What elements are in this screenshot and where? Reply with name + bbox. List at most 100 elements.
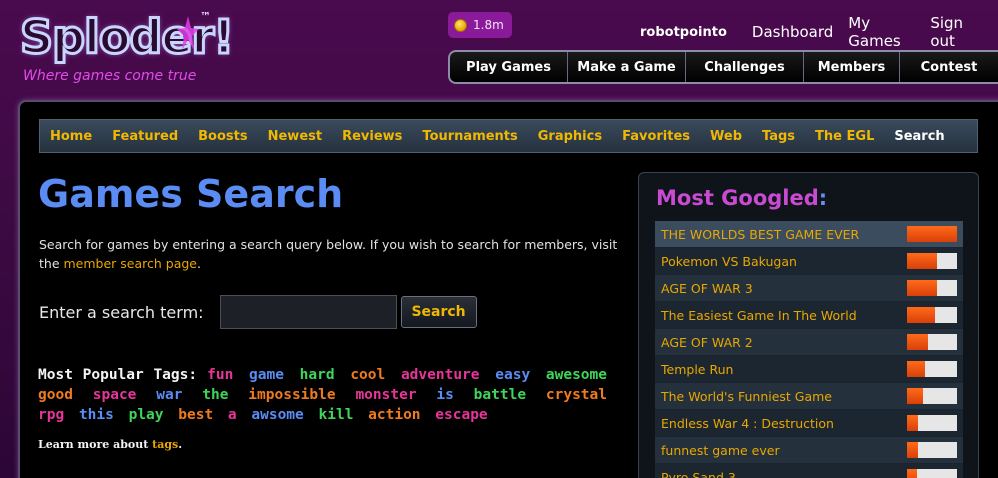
username-link[interactable]: robotpointo	[640, 25, 727, 40]
tag-link[interactable]: escape	[435, 407, 487, 423]
tag-link[interactable]: good	[38, 387, 73, 403]
tag-link[interactable]: crystal	[546, 387, 607, 403]
googled-row[interactable]: Endless War 4 : Destruction	[655, 410, 963, 437]
googled-row[interactable]: THE WORLDS BEST GAME EVER	[655, 221, 963, 248]
popularity-bar-fill	[907, 361, 925, 377]
popularity-bar	[907, 307, 957, 323]
sploder-logo[interactable]: Sploder! ™ Where games come true	[18, 9, 235, 90]
most-googled-title-suffix: :	[818, 186, 828, 210]
googled-row[interactable]: AGE OF WAR 2	[655, 329, 963, 356]
googled-row[interactable]: funnest game ever	[655, 437, 963, 464]
tags-link[interactable]: tags	[152, 438, 178, 451]
tag-link[interactable]: war	[156, 387, 182, 403]
googled-row[interactable]: Pokemon VS Bakugan	[655, 248, 963, 275]
tab-make-a-game[interactable]: Make a Game	[568, 52, 686, 82]
dashboard-link[interactable]: Dashboard	[752, 23, 833, 41]
subnav-boosts[interactable]: Boosts	[198, 129, 247, 144]
logo-star-icon	[177, 16, 199, 50]
tag-link[interactable]: the	[202, 387, 228, 403]
tag-link[interactable]: adventure	[401, 367, 480, 383]
popularity-bar	[907, 226, 957, 242]
main-nav: Play Games Make a Game Challenges Member…	[448, 50, 998, 84]
tags-label: Most Popular Tags:	[38, 367, 198, 383]
googled-row-label: The World's Funniest Game	[661, 388, 833, 404]
googled-row-label: Pyro Sand 3	[661, 469, 736, 478]
tag-link[interactable]: easy	[495, 367, 530, 383]
tag-link[interactable]: play	[129, 407, 164, 423]
googled-row-label: AGE OF WAR 3	[661, 280, 753, 296]
googled-row-label: THE WORLDS BEST GAME EVER	[661, 226, 860, 242]
tab-play-games[interactable]: Play Games	[450, 52, 568, 82]
intro-text-2: .	[197, 256, 201, 271]
popularity-bar-fill	[907, 442, 918, 458]
member-search-link[interactable]: member search page	[64, 256, 198, 271]
tag-link[interactable]: awsome	[251, 407, 303, 423]
googled-row[interactable]: The World's Funniest Game	[655, 383, 963, 410]
popularity-bar	[907, 280, 957, 296]
subnav-web[interactable]: Web	[710, 129, 742, 144]
googled-row[interactable]: The Easiest Game In The World	[655, 302, 963, 329]
tag-link[interactable]: battle	[474, 387, 526, 403]
most-googled-title: Most Googled:	[656, 186, 827, 210]
subnav-reviews[interactable]: Reviews	[342, 129, 402, 144]
coin-balance[interactable]: 1.8m	[448, 12, 512, 38]
tag-link[interactable]: cool	[350, 367, 385, 383]
popularity-bar-fill	[907, 253, 937, 269]
subnav-graphics[interactable]: Graphics	[538, 129, 602, 144]
popularity-bar-fill	[907, 388, 923, 404]
tag-link[interactable]: kill	[319, 407, 354, 423]
tag-link[interactable]: space	[93, 387, 137, 403]
tag-link[interactable]: monster	[355, 387, 416, 403]
googled-row-label: Pokemon VS Bakugan	[661, 253, 797, 269]
googled-row-label: AGE OF WAR 2	[661, 334, 753, 350]
tag-link[interactable]: awesome	[546, 367, 607, 383]
subnav-favorites[interactable]: Favorites	[622, 129, 690, 144]
tag-link[interactable]: is	[436, 387, 453, 403]
popularity-bar	[907, 442, 957, 458]
tag-link[interactable]: action	[368, 407, 420, 423]
googled-row[interactable]: Pyro Sand 3	[655, 464, 963, 478]
tag-link[interactable]: fun	[207, 367, 233, 383]
popularity-bar	[907, 334, 957, 350]
sub-nav: Home Featured Boosts Newest Reviews Tour…	[39, 119, 978, 153]
subnav-tags[interactable]: Tags	[762, 129, 795, 144]
googled-row-label: Endless War 4 : Destruction	[661, 415, 834, 431]
subnav-newest[interactable]: Newest	[268, 129, 322, 144]
search-button[interactable]: Search	[400, 296, 477, 328]
tag-link[interactable]: best	[178, 407, 213, 423]
popularity-bar-fill	[907, 226, 957, 242]
tab-challenges[interactable]: Challenges	[686, 52, 804, 82]
googled-row-label: funnest game ever	[661, 442, 780, 458]
tag-link[interactable]: this	[79, 407, 114, 423]
googled-row[interactable]: AGE OF WAR 3	[655, 275, 963, 302]
learn-more-2: .	[178, 438, 183, 451]
popularity-bar-fill	[907, 415, 918, 431]
subnav-tournaments[interactable]: Tournaments	[422, 129, 517, 144]
search-form: Enter a search term: Search	[39, 295, 477, 329]
intro-text: Search for games by entering a search qu…	[39, 235, 629, 273]
popularity-bar-fill	[907, 469, 917, 478]
sign-out-link[interactable]: Sign out	[930, 14, 983, 50]
subnav-search[interactable]: Search	[894, 129, 944, 144]
subnav-the-egl[interactable]: The EGL	[815, 129, 874, 144]
tab-contest[interactable]: Contest	[900, 52, 998, 82]
user-nav: robotpointo Dashboard My Games Sign out	[640, 14, 998, 50]
tag-link[interactable]: rpg	[38, 407, 64, 423]
tag-link[interactable]: impossible	[248, 387, 335, 403]
tag-link[interactable]: game	[249, 367, 284, 383]
tagline: Where games come true	[23, 68, 197, 84]
tab-members[interactable]: Members	[804, 52, 900, 82]
popularity-bar	[907, 388, 957, 404]
tag-link[interactable]: a	[228, 407, 237, 423]
search-input[interactable]	[219, 295, 397, 329]
my-games-link[interactable]: My Games	[848, 14, 915, 50]
popularity-bar	[907, 415, 957, 431]
subnav-featured[interactable]: Featured	[112, 129, 178, 144]
page-title: Games Search	[38, 172, 344, 216]
tag-link[interactable]: hard	[300, 367, 335, 383]
most-googled-list: THE WORLDS BEST GAME EVER Pokemon VS Baku…	[655, 221, 963, 478]
popular-tags: Most Popular Tags: fun game hard cool adv…	[38, 365, 613, 425]
subnav-home[interactable]: Home	[50, 129, 92, 144]
googled-row[interactable]: Temple Run	[655, 356, 963, 383]
most-googled-title-text: Most Googled	[656, 186, 819, 210]
